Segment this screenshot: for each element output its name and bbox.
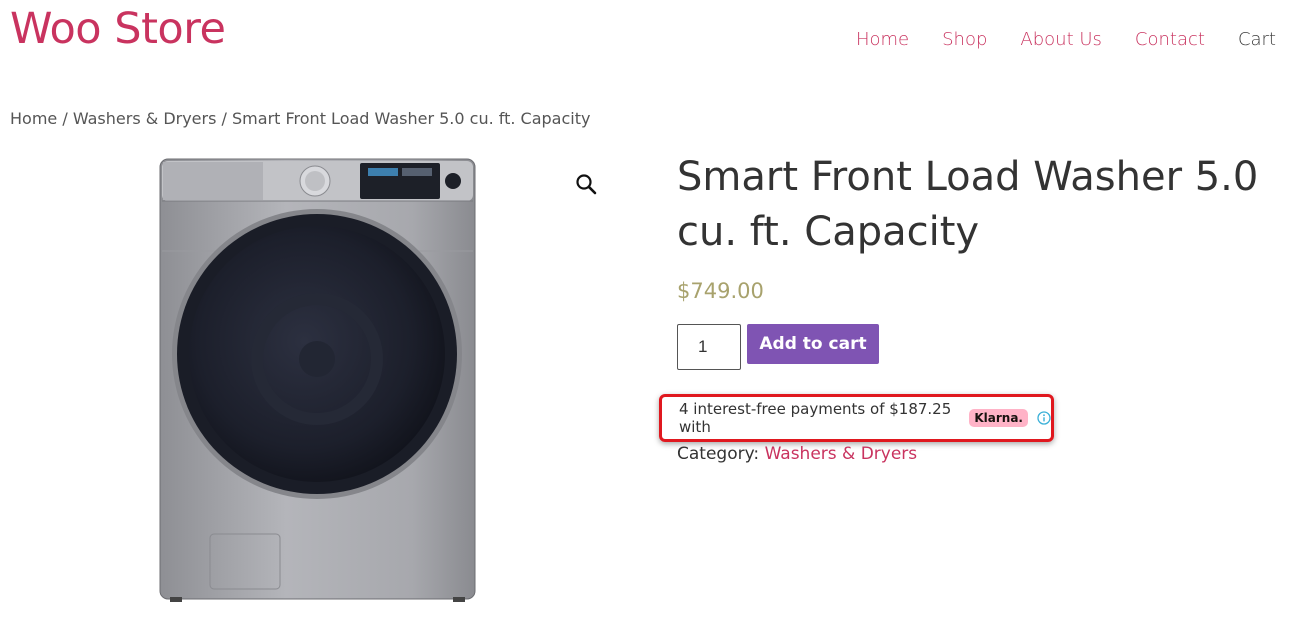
- magnifier-icon: [575, 173, 597, 200]
- info-icon[interactable]: [1037, 411, 1051, 425]
- nav-about-us[interactable]: About Us: [1020, 29, 1102, 50]
- category-link[interactable]: Washers & Dryers: [765, 444, 918, 464]
- product-title: Smart Front Load Washer 5.0 cu. ft. Capa…: [677, 154, 1259, 255]
- breadcrumb-separator: /: [62, 109, 73, 128]
- site-title[interactable]: Woo Store: [10, 4, 226, 54]
- klarna-text: 4 interest-free payments of $187.25 with: [679, 400, 952, 436]
- category-label: Category:: [677, 444, 760, 464]
- main-nav: Home Shop About Us Contact Cart: [856, 29, 1276, 50]
- nav-contact[interactable]: Contact: [1135, 29, 1205, 50]
- washing-machine-image[interactable]: [150, 154, 490, 604]
- klarna-message: 4 interest-free payments of $187.25 with…: [659, 394, 1054, 442]
- breadcrumb: Home / Washers & Dryers / Smart Front Lo…: [10, 109, 590, 128]
- breadcrumb-separator: /: [221, 109, 233, 128]
- quantity-input[interactable]: [677, 324, 741, 370]
- nav-shop[interactable]: Shop: [942, 29, 987, 50]
- breadcrumb-current: Smart Front Load Washer 5.0 cu. ft. Capa…: [232, 109, 591, 128]
- nav-home[interactable]: Home: [856, 29, 909, 50]
- zoom-button[interactable]: [570, 170, 602, 202]
- breadcrumb-category[interactable]: Washers & Dryers: [73, 109, 217, 128]
- product-category: Category: Washers & Dryers: [677, 444, 917, 464]
- breadcrumb-home[interactable]: Home: [10, 109, 57, 128]
- klarna-badge: Klarna.: [969, 409, 1028, 427]
- add-to-cart-button[interactable]: Add to cart: [747, 324, 879, 364]
- product-price: $749.00: [677, 279, 764, 303]
- nav-cart[interactable]: Cart: [1238, 29, 1276, 50]
